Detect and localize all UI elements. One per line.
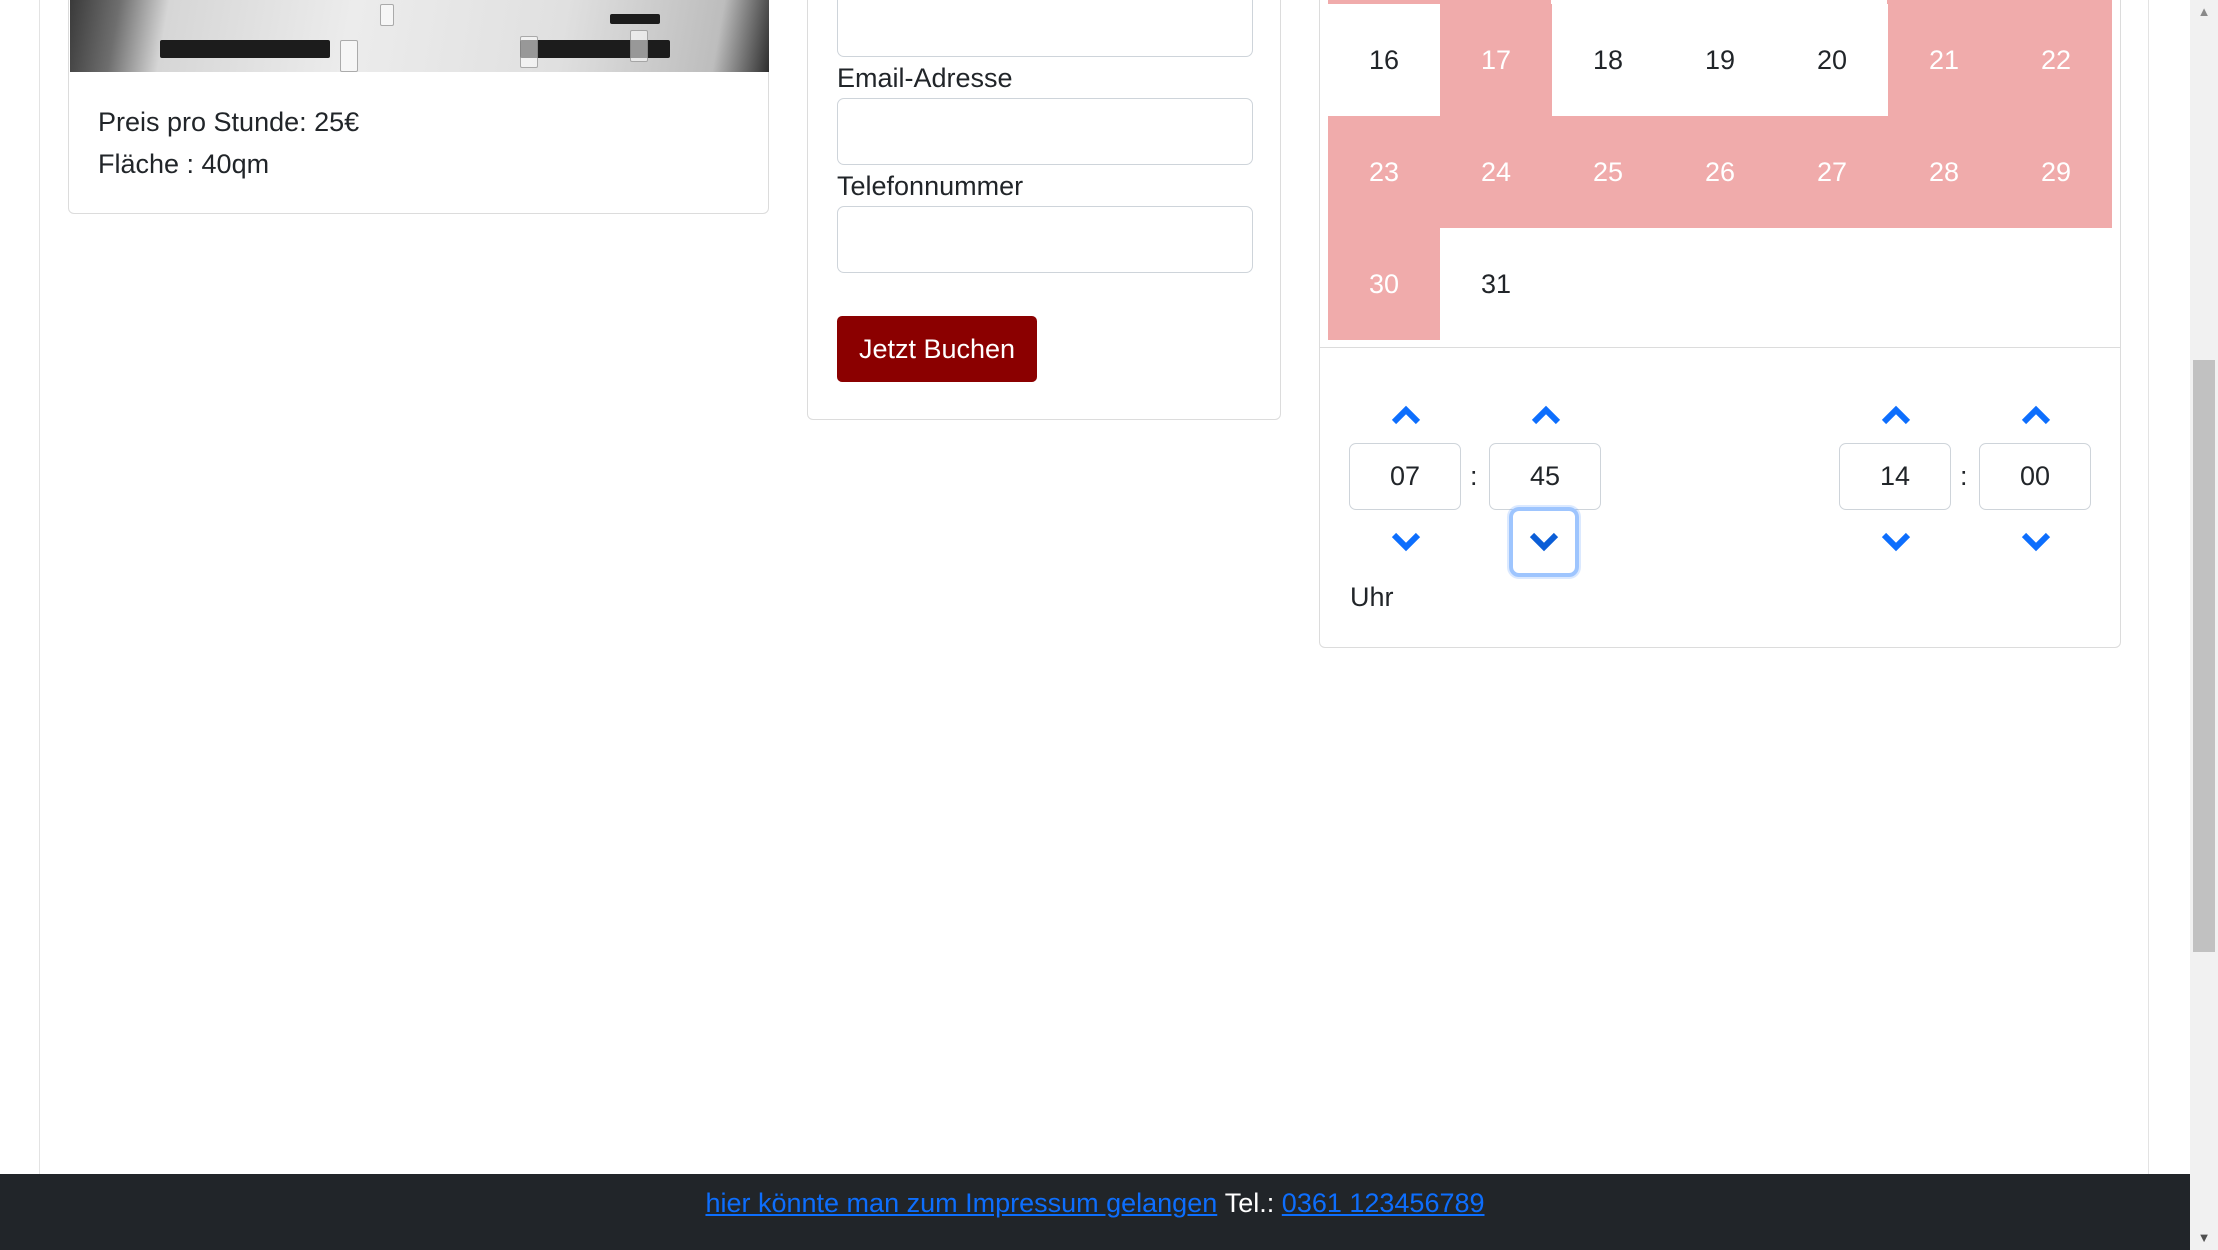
calendar-day[interactable]: 20 bbox=[1776, 4, 1888, 116]
phone-label: Telefonnummer bbox=[837, 171, 1024, 201]
conference-room-image bbox=[70, 0, 769, 72]
end-minute-increment-button[interactable] bbox=[2001, 395, 2071, 435]
container-border-right bbox=[2148, 0, 2149, 1174]
calendar-day-booked[interactable]: 22 bbox=[2000, 4, 2112, 116]
calendar-day-booked[interactable]: 21 bbox=[1888, 4, 2000, 116]
start-hour-input[interactable]: 07 bbox=[1349, 443, 1461, 510]
chevron-up-icon bbox=[1531, 405, 1561, 425]
calendar-day[interactable]: 19 bbox=[1664, 4, 1776, 116]
start-minute-input[interactable]: 45 bbox=[1489, 443, 1601, 510]
start-hour-decrement-button[interactable] bbox=[1371, 522, 1441, 562]
chevron-down-icon bbox=[1881, 532, 1911, 552]
calendar-day-booked[interactable]: 25 bbox=[1552, 116, 1664, 228]
chevron-down-icon bbox=[1391, 532, 1421, 552]
time-unit-label: Uhr bbox=[1350, 582, 1394, 612]
scroll-down-arrow-icon[interactable]: ▼ bbox=[2192, 1226, 2216, 1248]
room-area: Fläche : 40qm bbox=[98, 149, 270, 179]
calendar-day-booked[interactable]: 29 bbox=[2000, 116, 2112, 228]
phone-link[interactable]: 0361 123456789 bbox=[1282, 1188, 1485, 1219]
start-minute-increment-button[interactable] bbox=[1511, 395, 1581, 435]
imprint-link[interactable]: hier könnte man zum Impressum gelangen bbox=[705, 1188, 1217, 1219]
calendar-divider bbox=[1320, 347, 2120, 348]
start-hour-increment-button[interactable] bbox=[1371, 395, 1441, 435]
email-field[interactable] bbox=[837, 98, 1253, 165]
calendar-day[interactable]: 18 bbox=[1552, 4, 1664, 116]
container-border-left bbox=[39, 0, 40, 1174]
start-minute-decrement-button[interactable] bbox=[1509, 507, 1579, 577]
calendar-day-booked[interactable]: 28 bbox=[1888, 116, 2000, 228]
chevron-up-icon bbox=[1881, 405, 1911, 425]
calendar-day[interactable]: 16 bbox=[1328, 4, 1440, 116]
end-time-separator: : bbox=[1960, 461, 1968, 491]
chevron-down-icon bbox=[2021, 532, 2051, 552]
calendar-day-booked[interactable]: 27 bbox=[1776, 116, 1888, 228]
name-field[interactable] bbox=[837, 0, 1253, 57]
book-now-button[interactable]: Jetzt Buchen bbox=[837, 316, 1037, 382]
chevron-up-icon bbox=[2021, 405, 2051, 425]
scrollbar-thumb[interactable] bbox=[2193, 360, 2215, 952]
calendar-day-booked[interactable]: 17 bbox=[1440, 4, 1552, 116]
room-price: Preis pro Stunde: 25€ bbox=[98, 107, 360, 137]
end-hour-increment-button[interactable] bbox=[1861, 395, 1931, 435]
chevron-down-icon bbox=[1529, 532, 1559, 552]
end-minute-decrement-button[interactable] bbox=[2001, 522, 2071, 562]
calendar-day-booked[interactable]: 23 bbox=[1328, 116, 1440, 228]
tel-label: Tel.: bbox=[1224, 1188, 1275, 1218]
calendar-day[interactable]: 31 bbox=[1440, 228, 1552, 340]
chevron-up-icon bbox=[1391, 405, 1421, 425]
scroll-up-arrow-icon[interactable]: ▲ bbox=[2192, 0, 2216, 22]
start-time-separator: : bbox=[1470, 461, 1478, 491]
end-minute-input[interactable]: 00 bbox=[1979, 443, 2091, 510]
calendar-day-booked[interactable]: 24 bbox=[1440, 116, 1552, 228]
page-footer: hier könnte man zum Impressum gelangen T… bbox=[0, 1174, 2190, 1250]
phone-field[interactable] bbox=[837, 206, 1253, 273]
calendar-day-booked[interactable]: 26 bbox=[1664, 116, 1776, 228]
email-label: Email-Adresse bbox=[837, 63, 1013, 93]
end-hour-input[interactable]: 14 bbox=[1839, 443, 1951, 510]
end-hour-decrement-button[interactable] bbox=[1861, 522, 1931, 562]
calendar-day-booked[interactable]: 30 bbox=[1328, 228, 1440, 340]
